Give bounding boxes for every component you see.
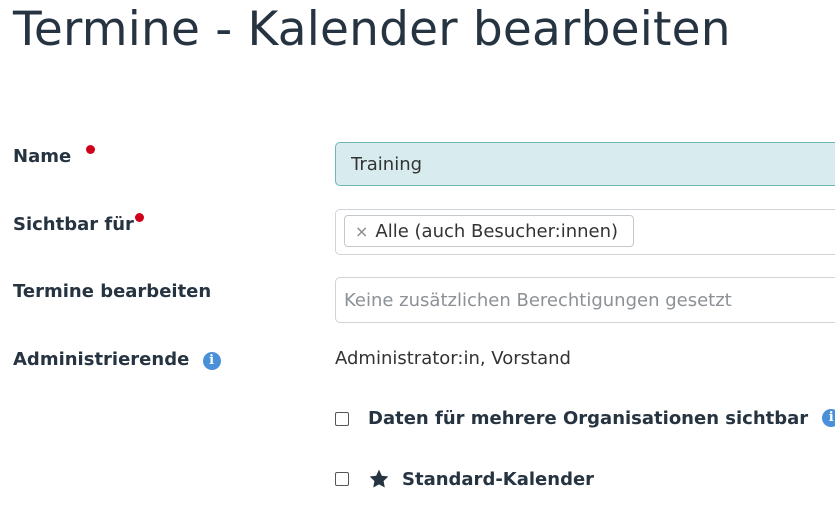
name-label-row: Name (13, 145, 96, 167)
visible-for-label-row: Sichtbar für (13, 213, 144, 235)
default-calendar-checkbox[interactable] (335, 472, 349, 486)
multi-org-checkbox[interactable] (335, 411, 349, 426)
edit-calendar-page: Termine - Kalender bearbeiten Name Sicht… (0, 0, 835, 510)
edit-events-placeholder: Keine zusätzlichen Berechtigungen gesetz… (344, 289, 732, 311)
visible-for-select[interactable]: × Alle (auch Besucher:innen) (335, 209, 835, 255)
name-input[interactable] (335, 142, 835, 186)
tag-label: Alle (auch Besucher:innen) (375, 220, 619, 242)
required-indicator (134, 213, 144, 222)
default-calendar-row: Standard-Kalender (335, 468, 594, 490)
required-indicator (86, 145, 96, 154)
edit-events-label: Termine bearbeiten (13, 281, 212, 302)
edit-events-select[interactable]: Keine zusätzlichen Berechtigungen gesetz… (335, 277, 835, 323)
multi-org-label[interactable]: Daten für mehrere Organisationen sichtba… (368, 408, 808, 429)
default-calendar-label[interactable]: Standard-Kalender (402, 469, 594, 490)
remove-tag-icon[interactable]: × (355, 222, 368, 241)
info-icon[interactable]: i (822, 408, 835, 427)
administrators-value: Administrator:in, Vorstand (335, 348, 571, 369)
administrators-label: Administrierende (13, 349, 190, 370)
star-icon (368, 468, 390, 490)
visible-for-label: Sichtbar für (13, 214, 134, 235)
info-icon[interactable]: i (202, 352, 221, 370)
page-title: Termine - Kalender bearbeiten (13, 2, 731, 57)
administrators-label-row: Administrierende i (13, 349, 221, 371)
selected-tag: × Alle (auch Besucher:innen) (344, 215, 635, 247)
multi-org-row: Daten für mehrere Organisationen sichtba… (335, 408, 835, 429)
name-label: Name (13, 146, 72, 167)
